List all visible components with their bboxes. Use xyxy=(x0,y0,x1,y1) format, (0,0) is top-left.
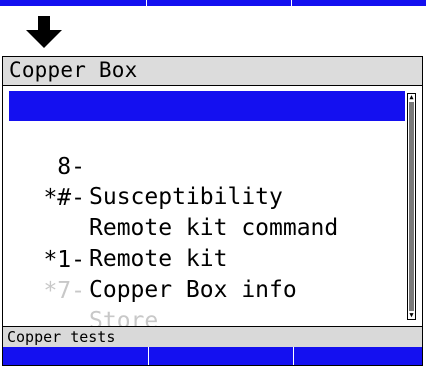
softkey-separator xyxy=(148,347,149,365)
status-text: Copper tests xyxy=(7,328,116,346)
softkey-separator xyxy=(293,347,294,365)
menu-item-wire-types[interactable]: 6- Wire types xyxy=(9,91,405,179)
menu-item-remote-kit[interactable]: Remote kit xyxy=(9,184,405,272)
menu-item-remote-kit-command[interactable]: *#- Remote kit command xyxy=(9,153,405,241)
menu-item-store: *7- Store xyxy=(9,246,405,334)
window-titlebar: Copper Box xyxy=(3,57,422,86)
menu-item-susceptibility[interactable]: 8- Susceptibility xyxy=(9,122,405,210)
scroll-down-icon[interactable]: ▼ xyxy=(408,312,415,319)
top-softkey-separator xyxy=(146,0,147,6)
top-softkey-bar xyxy=(0,0,426,6)
menu-item-copper-box-info[interactable]: *1- Copper Box info xyxy=(9,215,405,303)
copper-box-window: Copper Box 6- Wire types 8- Susceptibili… xyxy=(2,56,423,366)
softkey-bar xyxy=(3,347,422,365)
scroll-up-icon[interactable]: ▲ xyxy=(408,94,415,101)
menu-item-label: Copper Box info xyxy=(89,277,297,303)
scrollbar-thumb[interactable] xyxy=(409,102,414,311)
arrow-down-icon xyxy=(26,16,62,48)
menu-list: 6- Wire types 8- Susceptibility *#- Remo… xyxy=(9,91,405,334)
window-title: Copper Box xyxy=(9,58,138,82)
menu-scrollbar[interactable]: ▲ ▼ xyxy=(407,93,416,320)
menu-item-shortcut: *7- xyxy=(43,278,85,304)
top-softkey-separator xyxy=(291,0,292,6)
status-bar: Copper tests xyxy=(3,326,422,347)
